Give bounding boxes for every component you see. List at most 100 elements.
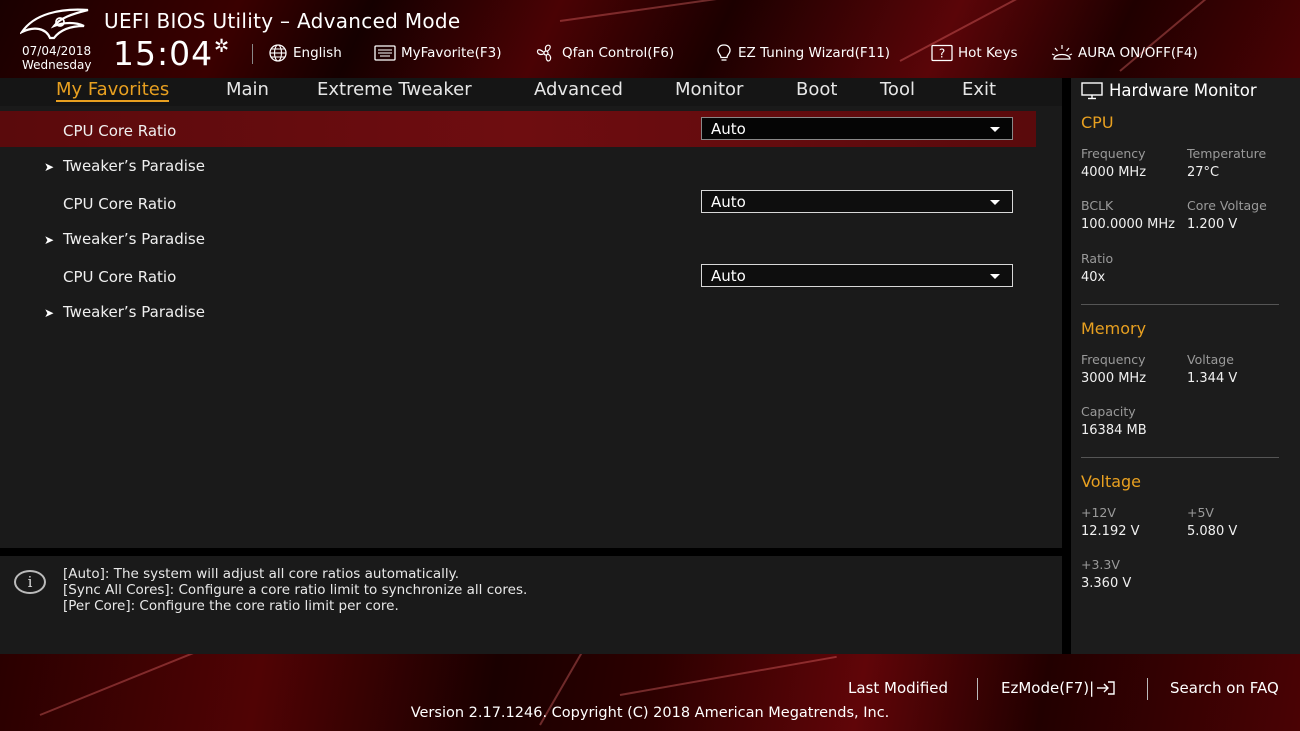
v5-value: 5.080 V: [1187, 524, 1238, 539]
chevron-down-icon: [990, 127, 1000, 132]
v12-label: +12V: [1081, 505, 1116, 520]
header-bar: UEFI BIOS Utility – Advanced Mode 07/04/…: [0, 0, 1300, 78]
main-tab-bar: My Favorites Main Extreme Tweaker Advanc…: [0, 78, 1062, 106]
aura-icon: [1051, 45, 1073, 60]
tab-advanced[interactable]: Advanced: [534, 79, 623, 100]
language-label: English: [293, 45, 342, 61]
bclk-label: BCLK: [1081, 198, 1114, 213]
v33-value: 3.360 V: [1081, 576, 1132, 591]
tab-monitor[interactable]: Monitor: [675, 79, 743, 100]
submenu-tweakers-paradise[interactable]: ➤ Tweaker’s Paradise: [44, 157, 205, 175]
tab-extreme-tweaker[interactable]: Extreme Tweaker: [317, 79, 472, 100]
cpu-core-ratio-select[interactable]: Auto: [701, 190, 1013, 213]
footer-divider: [1147, 678, 1148, 700]
help-line: [Sync All Cores]: Configure a core ratio…: [63, 582, 528, 598]
memory-voltage-label: Voltage: [1187, 352, 1234, 367]
submenu-tweakers-paradise[interactable]: ➤ Tweaker’s Paradise: [44, 303, 205, 321]
copyright-text: Version 2.17.1246. Copyright (C) 2018 Am…: [410, 705, 890, 721]
memory-frequency-value: 3000 MHz: [1081, 371, 1147, 386]
setting-row-cpu-core-ratio[interactable]: CPU Core Ratio Auto: [0, 257, 1036, 293]
tab-tool[interactable]: Tool: [880, 79, 915, 100]
memory-frequency-label: Frequency: [1081, 352, 1146, 367]
decor-streak: [619, 655, 837, 696]
core-voltage-value: 1.200 V: [1187, 217, 1238, 232]
memory-heading: Memory: [1081, 319, 1147, 338]
qfan-label: Qfan Control(F6): [562, 45, 675, 61]
select-value: Auto: [711, 193, 746, 211]
ratio-value: 40x: [1081, 270, 1106, 285]
bclk-value: 100.0000 MHz: [1081, 217, 1175, 232]
tab-my-favorites[interactable]: My Favorites: [56, 79, 170, 102]
submenu-label: Tweaker’s Paradise: [63, 303, 205, 321]
help-panel: i [Auto]: The system will adjust all cor…: [0, 556, 1062, 654]
tab-exit[interactable]: Exit: [962, 79, 996, 100]
submenu-tweakers-paradise[interactable]: ➤ Tweaker’s Paradise: [44, 230, 205, 248]
memory-voltage-value: 1.344 V: [1187, 371, 1238, 386]
setting-label: CPU Core Ratio: [63, 268, 177, 286]
section-divider: [1081, 304, 1279, 305]
last-modified-button[interactable]: Last Modified: [848, 679, 948, 697]
globe-icon: [269, 44, 287, 62]
v33-label: +3.3V: [1081, 557, 1120, 572]
help-key-icon: ?: [931, 44, 953, 62]
weekday-text: Wednesday: [22, 58, 92, 72]
hardware-monitor-panel: Hardware Monitor CPU Frequency Temperatu…: [1071, 78, 1300, 654]
help-text: [Auto]: The system will adjust all core …: [63, 566, 527, 614]
hardware-monitor-title: Hardware Monitor: [1081, 81, 1257, 100]
arrow-right-icon: ➤: [44, 306, 55, 320]
language-button[interactable]: English: [268, 43, 342, 63]
ez-tuning-label: EZ Tuning Wizard(F11): [738, 45, 891, 61]
bulb-icon: [717, 44, 731, 61]
setting-label: CPU Core Ratio: [63, 122, 177, 140]
exit-arrow-icon: [1097, 681, 1115, 695]
footer-divider: [977, 678, 978, 700]
decor-streak: [559, 0, 878, 22]
setting-row-cpu-core-ratio[interactable]: CPU Core Ratio Auto: [0, 184, 1036, 220]
myfavorite-button[interactable]: MyFavorite(F3): [374, 43, 501, 63]
core-voltage-label: Core Voltage: [1187, 198, 1267, 213]
chevron-down-icon: [990, 200, 1000, 205]
info-icon: i: [14, 570, 46, 594]
section-divider: [1081, 457, 1279, 458]
gear-icon[interactable]: ✲: [214, 36, 229, 57]
rog-logo: [20, 8, 89, 40]
svg-text:?: ?: [939, 47, 945, 61]
voltage-heading: Voltage: [1081, 472, 1142, 491]
submenu-label: Tweaker’s Paradise: [63, 230, 205, 248]
search-faq-button[interactable]: Search on FAQ: [1170, 679, 1279, 697]
cpu-core-ratio-select[interactable]: Auto: [701, 117, 1013, 140]
aura-button[interactable]: AURA ON/OFF(F4): [1051, 43, 1198, 63]
setting-row-cpu-core-ratio[interactable]: CPU Core Ratio Auto: [0, 111, 1036, 147]
hotkeys-button[interactable]: ? Hot Keys: [931, 43, 1018, 63]
cpu-core-ratio-select[interactable]: Auto: [701, 264, 1013, 287]
fan-icon: [536, 44, 552, 62]
clock: 15:04: [113, 34, 214, 73]
ezmode-label: EzMode(F7)|: [1001, 679, 1095, 697]
help-line: [Per Core]: Configure the core ratio lim…: [63, 598, 399, 614]
qfan-button[interactable]: Qfan Control(F6): [535, 43, 674, 63]
aura-label: AURA ON/OFF(F4): [1078, 45, 1198, 61]
cpu-frequency-label: Frequency: [1081, 146, 1146, 161]
date-display: 07/04/2018 Wednesday: [22, 44, 91, 72]
tab-main[interactable]: Main: [226, 79, 269, 100]
ez-tuning-button[interactable]: EZ Tuning Wizard(F11): [715, 43, 890, 63]
arrow-right-icon: ➤: [44, 160, 55, 174]
hardware-monitor-label: Hardware Monitor: [1109, 81, 1257, 100]
chevron-down-icon: [990, 274, 1000, 279]
arrow-right-icon: ➤: [44, 233, 55, 247]
submenu-label: Tweaker’s Paradise: [63, 157, 205, 175]
ezmode-button[interactable]: EzMode(F7)|: [1001, 679, 1116, 697]
capacity-value: 16384 MB: [1081, 423, 1147, 438]
cpu-heading: CPU: [1081, 113, 1114, 132]
cpu-temperature-label: Temperature: [1187, 146, 1267, 161]
date-text: 07/04/2018: [22, 44, 92, 58]
app-title: UEFI BIOS Utility – Advanced Mode: [104, 9, 461, 33]
tab-boot[interactable]: Boot: [796, 79, 837, 100]
myfavorite-label: MyFavorite(F3): [401, 45, 502, 61]
cpu-temperature-value: 27°C: [1187, 165, 1220, 180]
hotkeys-label: Hot Keys: [958, 45, 1018, 61]
capacity-label: Capacity: [1081, 404, 1136, 419]
settings-list: CPU Core Ratio Auto ➤ Tweaker’s Paradise …: [0, 106, 1062, 548]
ratio-label: Ratio: [1081, 251, 1114, 266]
select-value: Auto: [711, 267, 746, 285]
